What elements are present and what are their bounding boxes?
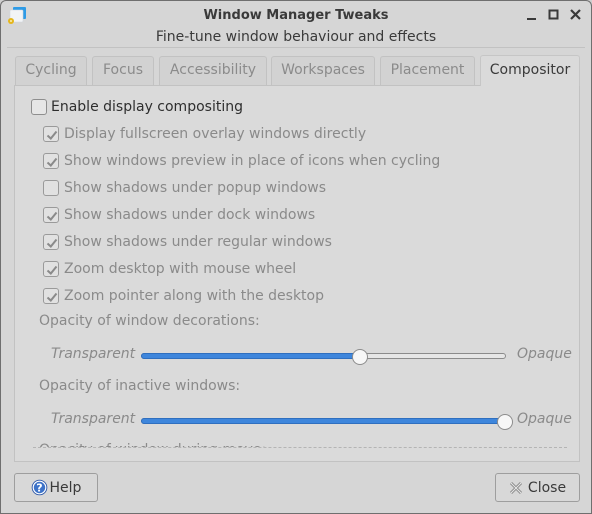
tab-placement[interactable]: Placement <box>380 56 475 85</box>
enable-compositing-checkbox[interactable]: Enable display compositing <box>31 97 243 117</box>
checkbox-label: Show shadows under popup windows <box>64 180 327 196</box>
tab-focus[interactable]: Focus <box>92 56 154 85</box>
close-button-label: Close <box>527 479 567 496</box>
max-label: Opaque <box>517 411 572 427</box>
checkmark-icon <box>46 238 58 248</box>
tab-accessibility[interactable]: Accessibility <box>159 56 267 85</box>
inactive-opacity-row: Transparent Opaque <box>15 408 579 432</box>
option-dock-shadows[interactable]: Show shadows under dock windows <box>43 205 315 225</box>
cut-off-section-label: Opacity of window during move: <box>39 442 267 458</box>
checkmark-icon <box>46 292 58 302</box>
help-button-label: Help <box>49 479 82 496</box>
checkbox[interactable] <box>43 234 59 250</box>
max-label: Opaque <box>517 346 572 362</box>
decorations-opacity-row: Transparent Opaque <box>15 343 579 367</box>
checkmark-icon <box>46 265 58 275</box>
checkbox-label: Zoom pointer along with the desktop <box>64 288 324 304</box>
checkmark-icon <box>46 157 58 167</box>
checkbox-label: Show shadows under regular windows <box>64 234 332 250</box>
window: Window Manager Tweaks Fine-tune window b… <box>0 0 592 514</box>
checkmark-icon <box>46 211 58 221</box>
slider-handle[interactable] <box>497 414 513 430</box>
close-button[interactable]: Close <box>495 473 580 502</box>
option-zoom-desktop[interactable]: Zoom desktop with mouse wheel <box>43 259 296 279</box>
option-fullscreen-overlay[interactable]: Display fullscreen overlay windows direc… <box>43 124 366 144</box>
help-icon: ? <box>31 479 48 496</box>
min-label: Transparent <box>51 411 136 427</box>
checkbox-label: Display fullscreen overlay windows direc… <box>64 126 367 142</box>
checkbox[interactable] <box>43 207 59 223</box>
option-windows-preview[interactable]: Show windows preview in place of icons w… <box>43 151 440 171</box>
svg-text:?: ? <box>36 482 42 495</box>
checkbox-label: Show shadows under dock windows <box>64 207 316 223</box>
inactive-opacity-label: Opacity of inactive windows: <box>39 378 241 394</box>
window-title: Window Manager Tweaks <box>203 8 389 23</box>
help-button[interactable]: ? Help <box>14 473 98 502</box>
compositor-panel: Enable display compositing Display fulls… <box>14 85 580 462</box>
window-close-button[interactable] <box>568 7 584 23</box>
scroll-edge-divider <box>33 447 567 448</box>
maximize-button[interactable] <box>546 7 562 23</box>
checkbox[interactable] <box>43 126 59 142</box>
decorations-opacity-slider[interactable] <box>141 349 506 365</box>
slider-handle[interactable] <box>352 349 368 365</box>
checkbox[interactable] <box>43 288 59 304</box>
checkmark-icon <box>46 130 58 140</box>
checkbox[interactable] <box>31 99 47 115</box>
close-icon <box>509 481 523 495</box>
option-popup-shadows[interactable]: Show shadows under popup windows <box>43 178 326 198</box>
min-label: Transparent <box>51 346 136 362</box>
titlebar[interactable]: Window Manager Tweaks <box>1 1 591 29</box>
inactive-opacity-slider[interactable] <box>141 414 513 430</box>
divider <box>7 47 585 48</box>
option-regular-shadows[interactable]: Show shadows under regular windows <box>43 232 332 252</box>
option-zoom-pointer[interactable]: Zoom pointer along with the desktop <box>43 286 324 306</box>
tab-cycling[interactable]: Cycling <box>15 56 87 85</box>
checkbox-label: Zoom desktop with mouse wheel <box>64 261 297 277</box>
decorations-opacity-label: Opacity of window decorations: <box>39 313 260 329</box>
checkbox-label: Enable display compositing <box>51 99 243 115</box>
slider-fill <box>141 418 506 424</box>
tab-workspaces[interactable]: Workspaces <box>271 56 375 85</box>
minimize-button[interactable] <box>524 7 540 23</box>
tab-compositor[interactable]: Compositor <box>480 55 580 86</box>
checkbox[interactable] <box>43 180 59 196</box>
slider-fill <box>141 353 361 359</box>
checkbox[interactable] <box>43 153 59 169</box>
checkbox-label: Show windows preview in place of icons w… <box>64 153 441 169</box>
checkbox[interactable] <box>43 261 59 277</box>
window-subtitle: Fine-tune window behaviour and effects <box>155 29 437 45</box>
